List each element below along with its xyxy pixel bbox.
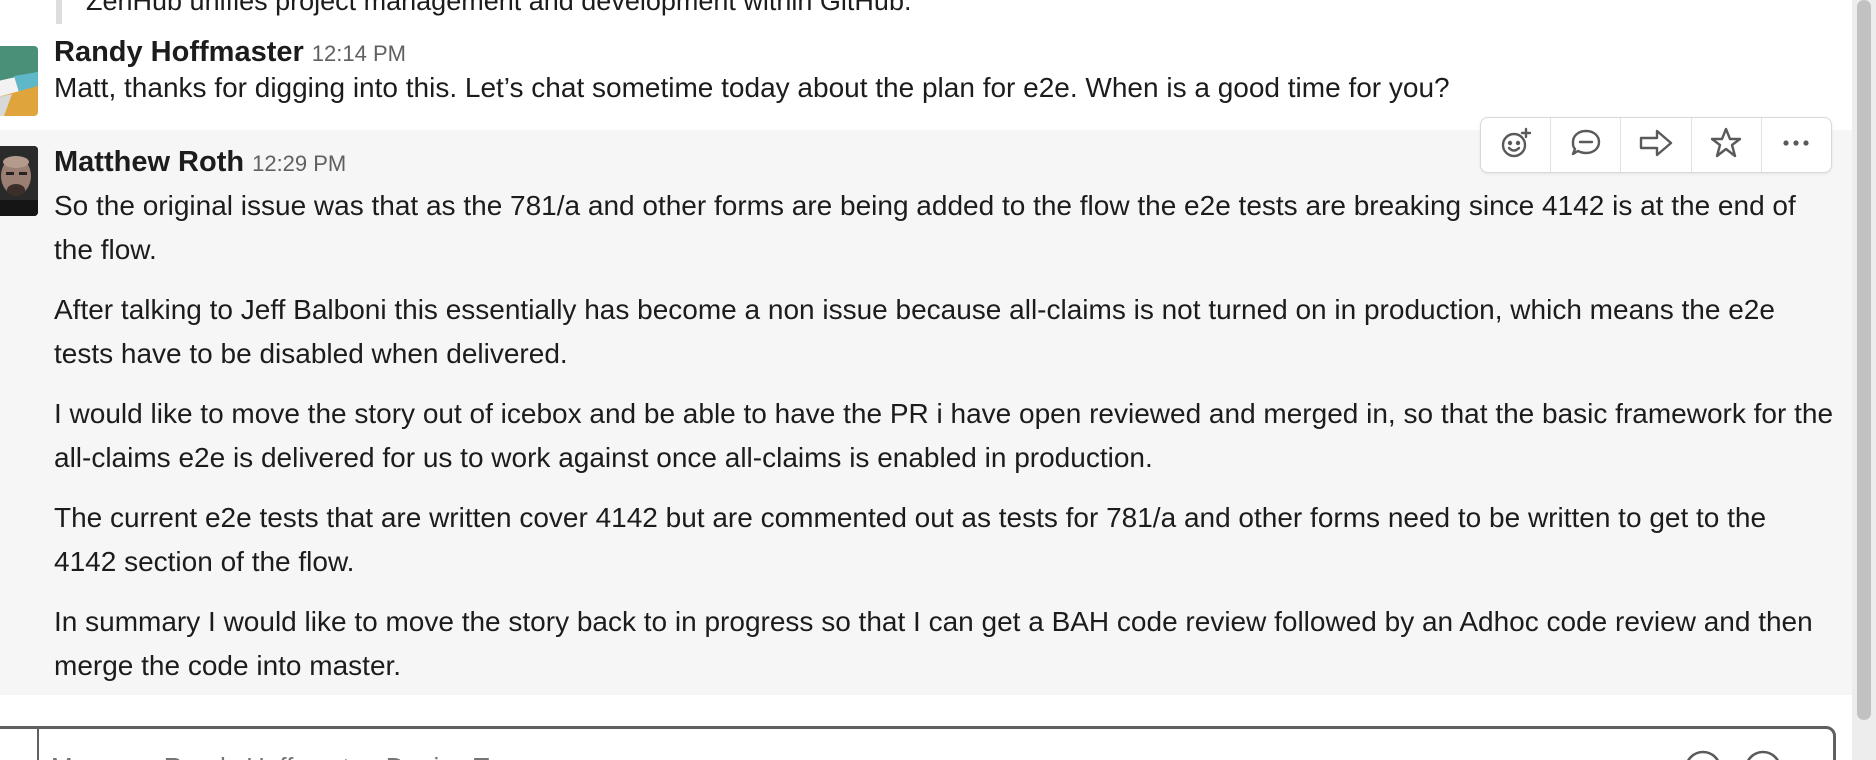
author-name[interactable]: Randy Hoffmaster — [54, 36, 304, 68]
quoted-attachment-text: ZenHub unifies project management and de… — [86, 0, 912, 16]
avatar[interactable] — [0, 146, 38, 216]
emoji-icon[interactable] — [1743, 749, 1783, 760]
message-paragraph: I would like to move the story out of ic… — [54, 398, 1834, 473]
more-actions-icon — [1779, 126, 1813, 165]
message-timestamp[interactable]: 12:29 PM — [252, 151, 346, 176]
share-message-button[interactable] — [1621, 118, 1692, 172]
avatar[interactable] — [0, 46, 38, 116]
add-reaction-button[interactable] — [1481, 118, 1552, 172]
message-paragraph: In summary I would like to move the stor… — [54, 606, 1813, 681]
message-paragraph: So the original issue was that as the 78… — [54, 190, 1796, 265]
more-actions-button[interactable] — [1762, 118, 1831, 172]
star-message-button[interactable] — [1692, 118, 1762, 172]
message-header: Matthew Roth 12:29 PM — [54, 146, 346, 179]
star-icon — [1709, 126, 1743, 165]
message-paragraph: After talking to Jeff Balboni this essen… — [54, 294, 1775, 369]
add-reaction-icon — [1499, 126, 1533, 165]
reply-in-thread-icon — [1569, 126, 1603, 165]
composer-attach-divider — [37, 729, 39, 760]
mention-icon[interactable] — [1683, 749, 1723, 760]
author-name[interactable]: Matthew Roth — [54, 146, 244, 178]
message-paragraph: The current e2e tests that are written c… — [54, 502, 1767, 577]
message-input[interactable] — [49, 751, 1553, 760]
reply-in-thread-button[interactable] — [1551, 118, 1622, 172]
message-timestamp[interactable]: 12:14 PM — [312, 41, 406, 66]
quote-bar — [56, 0, 62, 24]
message-composer[interactable] — [0, 726, 1836, 760]
message-text: Matt, thanks for digging into this. Let’… — [54, 72, 1450, 103]
scrollbar-thumb[interactable] — [1857, 0, 1871, 720]
message-pane: ZenHub unifies project management and de… — [0, 0, 1852, 760]
message-actions-toolbar — [1480, 117, 1832, 173]
message-header: Randy Hoffmaster 12:14 PM — [54, 36, 406, 69]
scrollbar[interactable] — [1852, 0, 1876, 760]
share-message-icon — [1638, 126, 1674, 165]
